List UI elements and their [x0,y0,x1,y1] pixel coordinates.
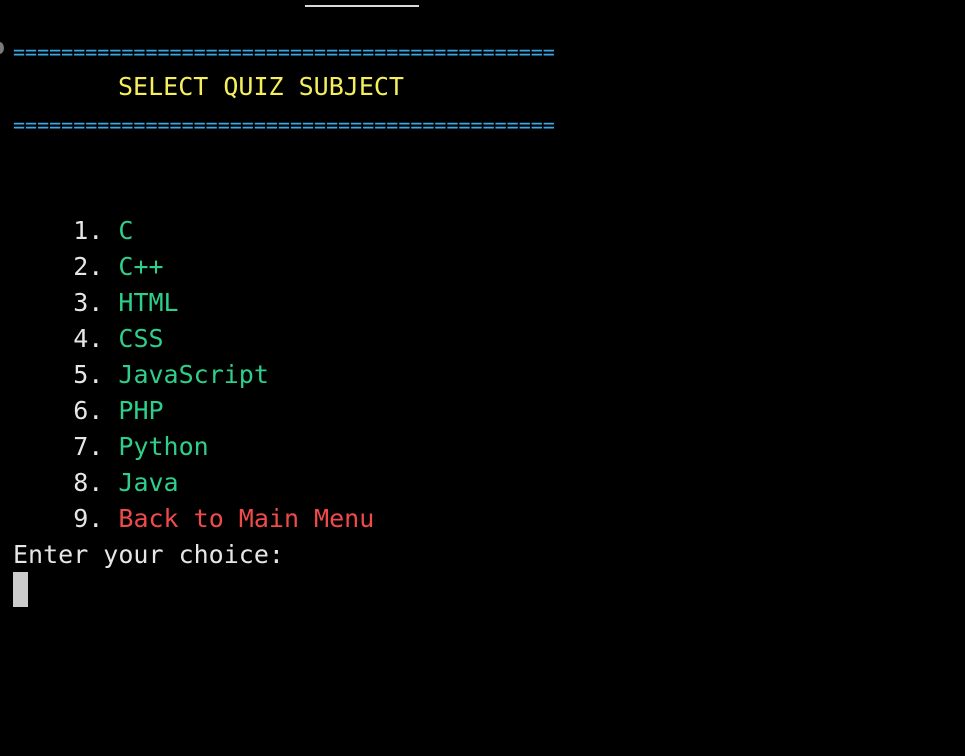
menu-option-cpp: 2. C++ [13,213,163,281]
option-number: 9. [73,504,104,533]
window-edge-mark [0,42,4,54]
menu-option-javascript: 5. JavaScript [13,321,269,389]
header-rule-top: ========================================… [13,40,555,64]
choice-prompt: Enter your choice: [13,540,284,569]
terminal-cursor[interactable] [13,572,28,607]
menu-option-css: 4. CSS [13,285,163,353]
menu-option-python: 7. Python [13,393,208,461]
option-label: Back to Main Menu [118,504,375,533]
menu-option-c: 1. C [13,177,133,245]
menu-option-php: 6. PHP [13,357,163,425]
menu-option-html: 3. HTML [13,249,178,317]
terminal-output: ========================================… [13,0,965,756]
menu-option-java: 8. Java [13,429,178,497]
header-rule-bottom: ========================================… [13,113,555,137]
menu-option-back: 9. Back to Main Menu [13,465,374,533]
menu-title: SELECT QUIZ SUBJECT [118,72,404,101]
